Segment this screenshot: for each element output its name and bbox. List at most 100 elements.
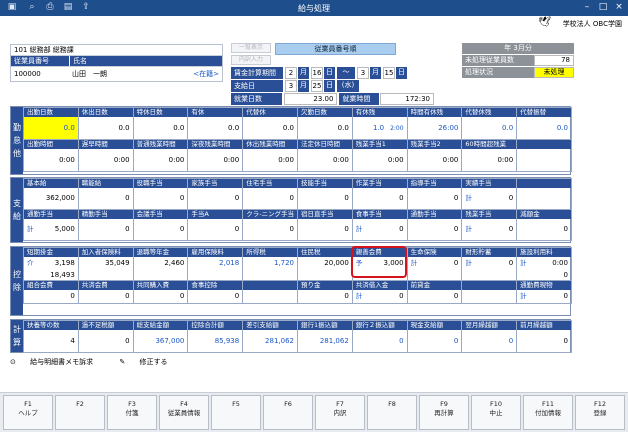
fkey-f1-button[interactable]: F1 ヘルプ — [3, 395, 53, 430]
field-value[interactable]: 0:00 — [408, 149, 462, 171]
calc-to-day[interactable]: 15 — [383, 67, 395, 79]
field-value[interactable]: 0 — [188, 219, 242, 240]
field-value[interactable]: 計0 — [353, 290, 407, 303]
field-value[interactable]: 0 — [353, 188, 407, 209]
field-cell: 深夜残業時間 0:00 — [187, 139, 244, 172]
field-value[interactable]: 0 — [79, 188, 133, 209]
field-value[interactable]: 0:00 — [188, 149, 242, 171]
field-value[interactable]: 0 — [79, 330, 133, 352]
field-value[interactable]: 367,000 — [134, 330, 188, 352]
field-value[interactable]: 2,018 — [188, 257, 242, 270]
field-value[interactable]: 介 3,198 — [24, 257, 78, 270]
field-value[interactable]: 0:00 — [134, 149, 188, 171]
fkey-f10-button[interactable]: F10 中止 — [471, 395, 521, 430]
field-value[interactable]: 0 — [243, 188, 297, 209]
pay-month[interactable]: 3 — [285, 80, 297, 92]
field-value[interactable]: 4 — [24, 330, 78, 352]
value-text: 0.0 — [63, 124, 75, 132]
field-value[interactable]: 0 — [408, 188, 462, 209]
detail-input-button[interactable]: 内訳入力 — [231, 55, 271, 65]
field-value[interactable]: 85,938 — [188, 330, 242, 352]
field-value[interactable]: 0.0 — [24, 117, 78, 139]
field-value[interactable]: 0 — [298, 188, 352, 209]
edit-link[interactable]: ✎ 修正する — [119, 358, 179, 366]
employee-no[interactable]: 100000 — [11, 67, 69, 81]
field-value[interactable]: 0.0 — [134, 117, 188, 139]
fkey-f12-button[interactable]: F12 登録 — [575, 395, 625, 430]
calc-from-day[interactable]: 16 — [311, 67, 323, 79]
field-value[interactable]: 計0 — [353, 219, 407, 240]
field-value[interactable]: 0 — [24, 290, 78, 303]
minimize-button[interactable]: – — [580, 1, 594, 14]
field-value[interactable]: 0:00 — [462, 149, 516, 171]
work-days: 23.00 — [284, 93, 338, 105]
field-value[interactable]: 0 — [134, 219, 188, 240]
field-value[interactable]: 0:00 — [79, 149, 133, 171]
field-label: 現金支給額 — [407, 321, 462, 330]
fkey-f2-button[interactable]: F2 — [55, 395, 105, 430]
maximize-button[interactable]: □ — [596, 1, 610, 14]
unprocessed-count: 78 — [534, 55, 574, 66]
field-value[interactable]: 1,720 — [243, 257, 297, 270]
field-value[interactable]: 0 — [517, 330, 571, 352]
field-value[interactable]: 0.0 — [298, 117, 352, 139]
close-button[interactable]: × — [612, 1, 626, 14]
calc-to-month[interactable]: 3 — [357, 67, 369, 79]
field-value[interactable]: 0 — [134, 188, 188, 209]
field-value[interactable]: 362,000 — [24, 188, 78, 209]
field-value[interactable]: 281,062 — [243, 330, 297, 352]
field-value[interactable]: 0:00 — [243, 149, 297, 171]
field-value[interactable]: 0:00 — [24, 149, 78, 171]
fkey-f5-button[interactable]: F5 — [211, 395, 261, 430]
field-value[interactable]: 0 — [408, 219, 462, 240]
fkey-f6-button[interactable]: F6 — [263, 395, 313, 430]
field-value[interactable]: 20,000 — [298, 257, 352, 270]
field-value[interactable]: 0 — [188, 290, 242, 303]
field-value[interactable]: 計 0:00 — [517, 257, 571, 270]
field-value[interactable]: 1.0 2:00 — [353, 117, 407, 139]
field-value[interactable]: 0.0 — [243, 117, 297, 139]
field-value[interactable]: 26:00 — [408, 117, 462, 139]
field-value[interactable]: 0:00 — [353, 149, 407, 171]
field-value[interactable]: 0.0 — [517, 117, 571, 139]
field-value[interactable]: 0 — [408, 330, 462, 352]
field-value[interactable]: 計0 — [462, 188, 516, 209]
field-value[interactable]: 0 — [79, 219, 133, 240]
value-text: 0 — [453, 225, 459, 233]
memo-link[interactable]: ⊙ 給与明細書メモ訴求 — [10, 358, 105, 366]
field-value[interactable]: 0 — [298, 219, 352, 240]
calc-from-month[interactable]: 2 — [285, 67, 297, 79]
fkey-f8-button[interactable]: F8 — [367, 395, 417, 430]
pay-day[interactable]: 25 — [311, 80, 323, 92]
field-value[interactable]: 281,062 — [298, 330, 352, 352]
field-value[interactable]: 計0 — [462, 219, 516, 240]
fkey-f9-button[interactable]: F9 再計算 — [419, 395, 469, 430]
field-value[interactable]: 計0 — [408, 257, 462, 270]
fkey-f11-button[interactable]: F11 付加情報 — [523, 395, 573, 430]
value-text: 0 — [289, 194, 294, 202]
field-value[interactable]: 0:00 — [298, 149, 352, 171]
fkey-f7-button[interactable]: F7 内訳 — [315, 395, 365, 430]
field-value[interactable]: 0 — [408, 290, 462, 303]
field-value[interactable]: 0.0 — [79, 117, 133, 139]
field-value[interactable]: 0 — [134, 290, 188, 303]
list-view-button[interactable]: 一覧表示 — [231, 43, 271, 53]
field-value[interactable]: 0 — [353, 330, 407, 352]
field-value[interactable]: 計0 — [462, 257, 516, 270]
field-value[interactable]: 2,460 — [134, 257, 188, 270]
field-value[interactable]: 0 — [188, 188, 242, 209]
field-value[interactable]: 0.0 — [188, 117, 242, 139]
field-value[interactable]: 0 — [462, 330, 516, 352]
sort-order-select[interactable]: 従業員番号順 — [275, 43, 396, 55]
field-value[interactable]: 0 — [517, 219, 571, 240]
fkey-f3-button[interactable]: F3 付箋 — [107, 395, 157, 430]
field-value[interactable]: 計 5,000 — [24, 219, 78, 240]
field-value[interactable]: 計0 — [517, 290, 571, 303]
fkey-f4-button[interactable]: F4 従業員情報 — [159, 395, 209, 430]
field-value[interactable]: 0.0 — [462, 117, 516, 139]
field-value[interactable]: 35,049 — [79, 257, 133, 270]
field-value[interactable]: 0 — [298, 290, 352, 303]
field-value[interactable]: 0 — [243, 219, 297, 240]
value-text: 0 — [125, 225, 130, 233]
field-value[interactable]: 0 — [79, 290, 133, 303]
